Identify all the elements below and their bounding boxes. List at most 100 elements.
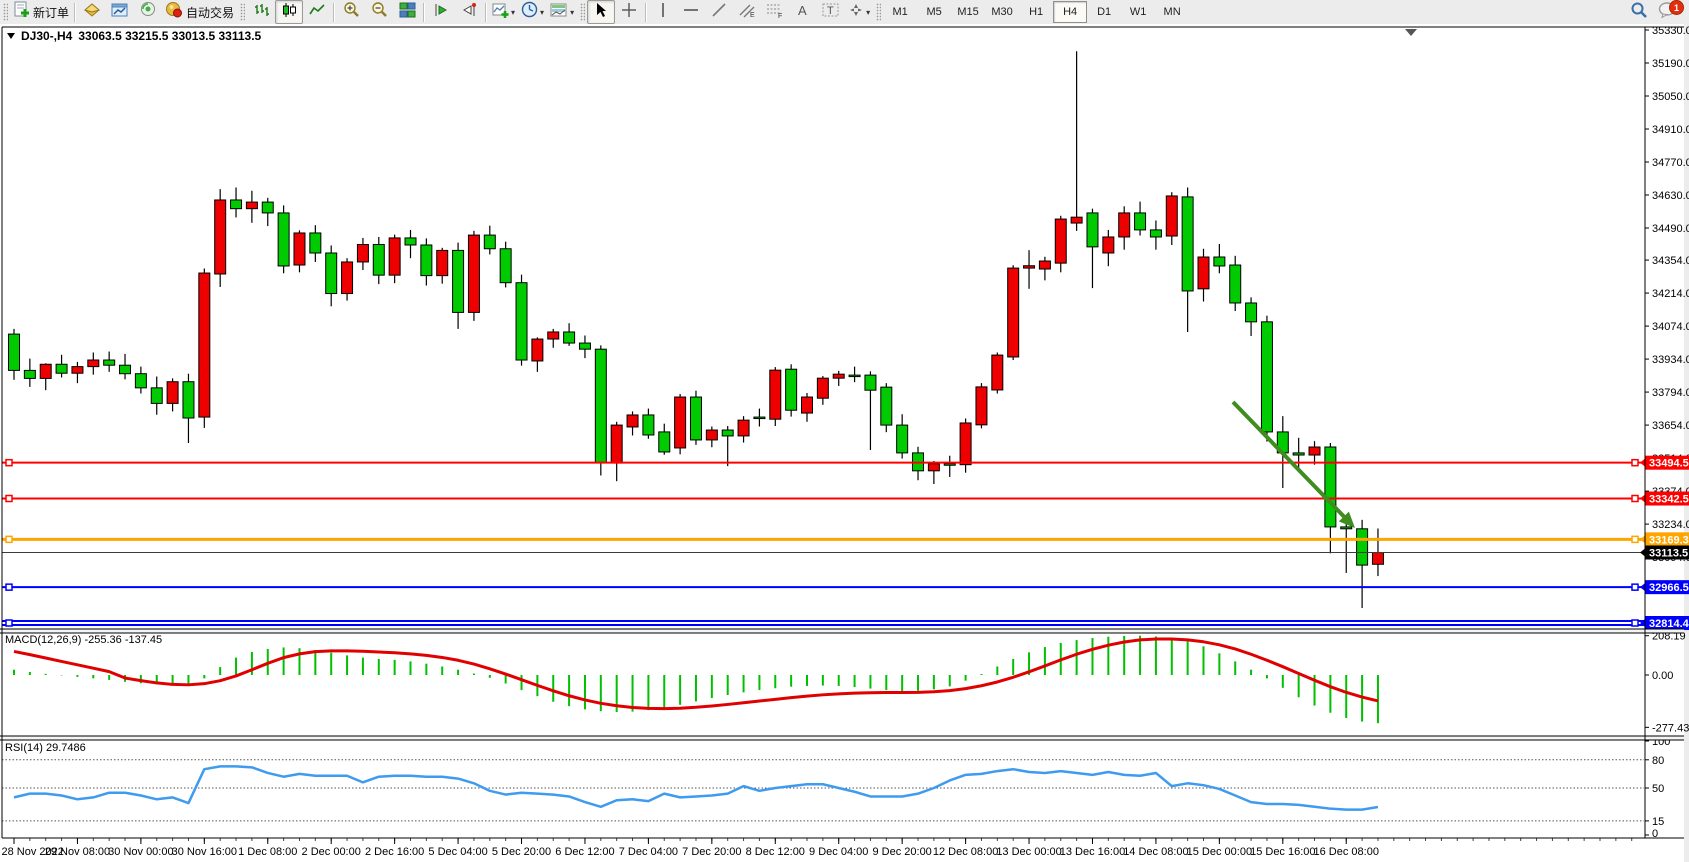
autotrading-label: 自动交易 [186,4,234,21]
arrows-tool-button[interactable] [845,0,873,24]
timeframe-m1-button[interactable]: M1 [883,1,917,23]
separator [74,3,76,22]
candle-body [1214,257,1225,266]
signals-button[interactable] [134,0,162,24]
timeframe-m30-button[interactable]: M30 [985,1,1019,23]
text-icon: A [796,2,810,23]
rsi-scale-label: 50 [1652,783,1664,795]
timeframe-d1-button[interactable]: D1 [1087,1,1121,23]
line-chart-icon [309,2,325,23]
candlestick-icon [281,2,297,23]
candle-body [357,245,368,262]
line-handle[interactable] [6,584,12,590]
candle-body [389,238,400,275]
price-tag-label: 33113.5 [1649,547,1688,559]
candle-body [928,464,939,471]
candle-body [1293,453,1304,455]
open-chart-button[interactable] [106,0,134,24]
indicators-button[interactable] [489,0,518,24]
channel-icon: E [738,2,756,23]
cursor-button[interactable] [587,0,615,24]
window-right-edge [1684,24,1689,862]
line-handle[interactable] [1632,620,1638,626]
crosshair-button[interactable] [615,0,643,24]
candlestick-chart-button[interactable] [275,0,303,24]
candle-body [421,245,432,276]
fibonacci-icon: F [766,2,784,23]
auto-scroll-button[interactable] [427,0,455,24]
chart-shift-button[interactable] [455,0,483,24]
line-handle[interactable] [6,496,12,502]
line-handle[interactable] [1632,496,1638,502]
templates-button[interactable] [547,0,577,24]
timeframe-w1-button[interactable]: W1 [1121,1,1155,23]
zoom-in-button[interactable] [337,0,365,24]
candle-body [675,397,686,448]
tile-windows-button[interactable] [393,0,421,24]
notifications-button[interactable]: 1 [1653,0,1681,24]
candle-body [167,382,178,404]
text-label-icon: T [822,2,840,23]
zoom-out-button[interactable] [365,0,393,24]
text-label-button[interactable]: T [817,0,845,24]
line-handle[interactable] [6,620,12,626]
toolbar-grip[interactable] [240,3,245,21]
line-handle[interactable] [6,536,12,542]
timeframe-m5-button[interactable]: M5 [917,1,951,23]
indicators-icon [492,2,509,23]
chart-canvas[interactable]: 35330.035190.035050.034910.034770.034630… [0,24,1689,862]
pane-separator[interactable] [0,629,1684,633]
timeframe-h4-button[interactable]: H4 [1053,1,1087,23]
horizontal-line-icon [683,3,699,21]
line-handle[interactable] [6,460,12,466]
toolbar-grip[interactable] [3,3,8,21]
timeframe-m15-button[interactable]: M15 [951,1,985,23]
candle-body [738,420,749,436]
chart-window[interactable]: 35330.035190.035050.034910.034770.034630… [0,24,1689,862]
price-tag-label: 33494.5 [1649,458,1689,470]
periods-button[interactable] [518,0,547,24]
horizontal-line-button[interactable] [677,0,705,24]
toolbar-grip[interactable] [580,3,585,21]
time-axis-label: 16 Dec 08:00 [1314,846,1379,858]
trendline-button[interactable] [705,0,733,24]
candle-body [9,334,20,370]
price-tag-label: 33169.3 [1649,534,1689,546]
macd-label: MACD(12,26,9) -255.36 -137.45 [5,634,162,646]
vertical-line-button[interactable] [649,0,677,24]
svg-text:E: E [750,12,755,18]
candle-body [897,425,908,453]
line-chart-button[interactable] [303,0,331,24]
candle-body [817,378,828,398]
line-handle[interactable] [1632,536,1638,542]
svg-text:A: A [798,3,807,18]
text-button[interactable]: A [789,0,817,24]
timeframe-h1-button[interactable]: H1 [1019,1,1053,23]
toolbar-grip[interactable] [876,3,881,21]
new-order-button[interactable]: 新订单 [10,0,72,24]
candle-body [278,213,289,266]
candle-body [1309,447,1320,455]
time-axis-label: 13 Dec 00:00 [996,846,1061,858]
time-axis-label: 9 Dec 04:00 [809,846,868,858]
equidistant-channel-button[interactable]: E [733,0,761,24]
search-button[interactable] [1625,0,1653,24]
line-handle[interactable] [1632,460,1638,466]
zoom-out-icon [371,1,388,23]
collapse-triangle-icon[interactable] [7,33,15,39]
crosshair-icon [621,2,637,23]
rsi-scale-label: 15 [1652,816,1664,828]
time-axis-label: 7 Dec 20:00 [682,846,741,858]
profiles-button[interactable] [78,0,106,24]
candle-body [437,250,448,275]
bar-chart-button[interactable] [247,0,275,24]
candle-body [310,233,321,253]
chart-title: DJ30-,H4 33063.5 33215.5 33013.5 33113.5 [7,29,261,43]
candle-body [564,332,575,343]
fibonacci-button[interactable]: F [761,0,789,24]
timeframe-mn-button[interactable]: MN [1155,1,1189,23]
autotrading-button[interactable]: 自动交易 [162,0,237,24]
line-handle[interactable] [1632,584,1638,590]
candle-body [516,283,527,360]
pane-separator[interactable] [0,736,1684,740]
